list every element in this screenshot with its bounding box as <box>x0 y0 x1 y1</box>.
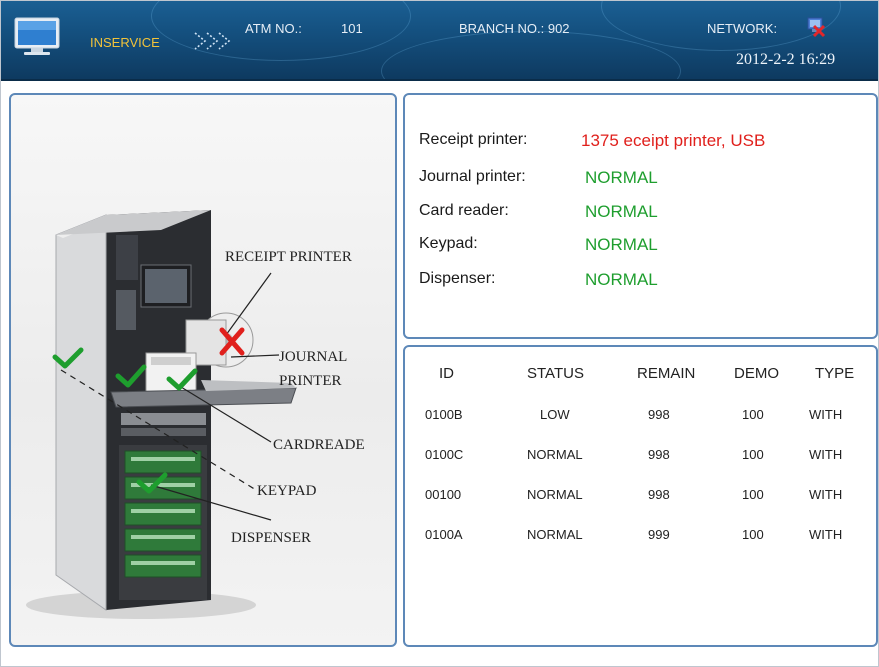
device-value-ok: NORMAL <box>585 168 658 187</box>
cell-id: 00100 <box>425 487 462 502</box>
device-label: Journal printer: <box>419 168 526 185</box>
cell-remain: 998 <box>648 407 670 422</box>
device-label: Keypad: <box>419 235 478 252</box>
cell-id: 0100B <box>425 407 463 422</box>
cell-remain: 999 <box>648 527 670 542</box>
header-decoration <box>381 31 681 79</box>
chevrons-icon <box>194 32 231 50</box>
callout-keypad: KEYPAD <box>257 483 317 499</box>
device-value-error: 1375 eceipt printer, USB <box>581 131 766 150</box>
device-value-ok: NORMAL <box>585 235 658 254</box>
table-row: 00100 NORMAL 998 100 WITH <box>405 487 876 507</box>
network-disconnected-icon <box>807 17 826 38</box>
atm-monitor-window: INSERVICE ATM NO.: 101 BRANCH NO.: 902 N… <box>0 0 879 667</box>
device-status-panel: Receipt printer: 1375 eceipt printer, US… <box>403 93 878 339</box>
atm-illustration <box>26 210 297 619</box>
device-label: Dispenser: <box>419 270 496 287</box>
table-row: 0100B LOW 998 100 WITH <box>405 407 876 427</box>
column-header-status: STATUS <box>527 365 584 382</box>
cell-type: WITH <box>809 447 843 462</box>
monitor-icon <box>14 17 60 55</box>
cell-status: NORMAL <box>527 487 583 502</box>
column-header-demo: DEMO <box>734 365 779 382</box>
cell-demo: 100 <box>742 487 764 502</box>
device-value-ok: NORMAL <box>585 270 658 289</box>
atm-diagram-panel: RECEIPT PRINTER JOURNAL PRINTER CARDREAD… <box>9 93 397 647</box>
column-header-remain: REMAIN <box>637 365 696 382</box>
date-time: 2012-2-2 16:29 <box>736 51 836 68</box>
cell-demo: 100 <box>742 527 764 542</box>
status-header: INSERVICE ATM NO.: 101 BRANCH NO.: 902 N… <box>1 1 878 81</box>
callout-receipt-printer: RECEIPT PRINTER <box>225 249 352 265</box>
table-row: 0100C NORMAL 998 100 WITH <box>405 447 876 467</box>
cell-type: WITH <box>809 407 843 422</box>
service-status: INSERVICE <box>90 35 160 50</box>
cell-id: 0100A <box>425 527 463 542</box>
column-header-id: ID <box>439 365 454 382</box>
cell-remain: 998 <box>648 447 670 462</box>
column-header-type: TYPE <box>815 365 855 382</box>
callout-journal-printer-line1: JOURNAL <box>279 349 348 365</box>
cell-status: NORMAL <box>527 447 583 462</box>
cassette-table-panel: ID STATUS REMAIN DEMO TYPE 0100B LOW 998… <box>403 345 878 647</box>
callout-journal-printer-line2: PRINTER <box>279 373 342 389</box>
table-row: 0100A NORMAL 999 100 WITH <box>405 527 876 547</box>
device-value-ok: NORMAL <box>585 202 658 221</box>
callout-dispenser: DISPENSER <box>231 530 312 546</box>
callout-card-reader: CARDREADE <box>273 437 365 453</box>
cell-remain: 998 <box>648 487 670 502</box>
atm-no-label: ATM NO.: <box>245 21 302 36</box>
cell-status: LOW <box>540 407 570 422</box>
cell-type: WITH <box>809 487 843 502</box>
network-label: NETWORK: <box>707 21 778 36</box>
device-label: Receipt printer: <box>419 131 528 148</box>
cell-demo: 100 <box>742 447 764 462</box>
branch-no-label: BRANCH NO.: 902 <box>459 21 570 36</box>
cell-demo: 100 <box>742 407 764 422</box>
cell-type: WITH <box>809 527 843 542</box>
cell-id: 0100C <box>425 447 464 462</box>
device-label: Card reader: <box>419 202 509 219</box>
cell-status: NORMAL <box>527 527 583 542</box>
atm-no-value: 101 <box>341 21 363 36</box>
